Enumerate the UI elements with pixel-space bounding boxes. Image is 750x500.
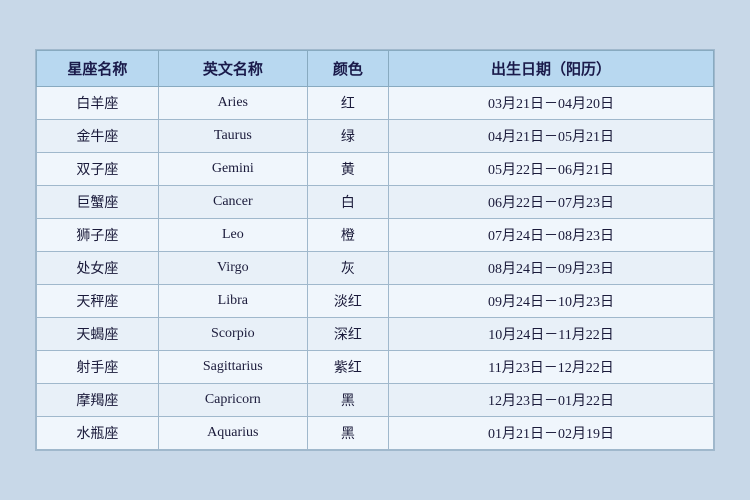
cell-date: 04月21日－05月21日	[389, 120, 714, 153]
cell-color: 绿	[307, 120, 388, 153]
table-row: 巨蟹座Cancer白06月22日－07月23日	[37, 186, 714, 219]
cell-english: Aquarius	[158, 417, 307, 450]
cell-english: Taurus	[158, 120, 307, 153]
cell-date: 07月24日－08月23日	[389, 219, 714, 252]
header-english: 英文名称	[158, 51, 307, 87]
cell-english: Libra	[158, 285, 307, 318]
table-header-row: 星座名称 英文名称 颜色 出生日期（阳历）	[37, 51, 714, 87]
header-chinese: 星座名称	[37, 51, 159, 87]
table-row: 金牛座Taurus绿04月21日－05月21日	[37, 120, 714, 153]
cell-chinese: 狮子座	[37, 219, 159, 252]
table-row: 双子座Gemini黄05月22日－06月21日	[37, 153, 714, 186]
cell-chinese: 摩羯座	[37, 384, 159, 417]
table-row: 白羊座Aries红03月21日－04月20日	[37, 87, 714, 120]
table-row: 天秤座Libra淡红09月24日－10月23日	[37, 285, 714, 318]
cell-date: 01月21日－02月19日	[389, 417, 714, 450]
cell-color: 黑	[307, 417, 388, 450]
cell-english: Gemini	[158, 153, 307, 186]
cell-date: 12月23日－01月22日	[389, 384, 714, 417]
zodiac-table: 星座名称 英文名称 颜色 出生日期（阳历） 白羊座Aries红03月21日－04…	[36, 50, 714, 450]
cell-english: Sagittarius	[158, 351, 307, 384]
cell-english: Leo	[158, 219, 307, 252]
table-row: 处女座Virgo灰08月24日－09月23日	[37, 252, 714, 285]
cell-date: 03月21日－04月20日	[389, 87, 714, 120]
cell-chinese: 白羊座	[37, 87, 159, 120]
cell-date: 10月24日－11月22日	[389, 318, 714, 351]
table-row: 摩羯座Capricorn黑12月23日－01月22日	[37, 384, 714, 417]
cell-date: 05月22日－06月21日	[389, 153, 714, 186]
cell-date: 08月24日－09月23日	[389, 252, 714, 285]
cell-english: Capricorn	[158, 384, 307, 417]
cell-english: Virgo	[158, 252, 307, 285]
header-date: 出生日期（阳历）	[389, 51, 714, 87]
cell-chinese: 射手座	[37, 351, 159, 384]
table-row: 狮子座Leo橙07月24日－08月23日	[37, 219, 714, 252]
cell-date: 06月22日－07月23日	[389, 186, 714, 219]
cell-english: Aries	[158, 87, 307, 120]
cell-color: 黄	[307, 153, 388, 186]
cell-chinese: 金牛座	[37, 120, 159, 153]
cell-color: 紫红	[307, 351, 388, 384]
cell-color: 红	[307, 87, 388, 120]
zodiac-table-container: 星座名称 英文名称 颜色 出生日期（阳历） 白羊座Aries红03月21日－04…	[35, 49, 715, 451]
cell-color: 灰	[307, 252, 388, 285]
cell-english: Cancer	[158, 186, 307, 219]
cell-color: 白	[307, 186, 388, 219]
cell-chinese: 巨蟹座	[37, 186, 159, 219]
cell-chinese: 天秤座	[37, 285, 159, 318]
table-row: 射手座Sagittarius紫红11月23日－12月22日	[37, 351, 714, 384]
cell-color: 深红	[307, 318, 388, 351]
table-row: 水瓶座Aquarius黑01月21日－02月19日	[37, 417, 714, 450]
cell-chinese: 天蝎座	[37, 318, 159, 351]
cell-chinese: 水瓶座	[37, 417, 159, 450]
table-row: 天蝎座Scorpio深红10月24日－11月22日	[37, 318, 714, 351]
cell-english: Scorpio	[158, 318, 307, 351]
cell-chinese: 双子座	[37, 153, 159, 186]
cell-chinese: 处女座	[37, 252, 159, 285]
header-color: 颜色	[307, 51, 388, 87]
cell-date: 11月23日－12月22日	[389, 351, 714, 384]
cell-color: 黑	[307, 384, 388, 417]
cell-color: 橙	[307, 219, 388, 252]
cell-color: 淡红	[307, 285, 388, 318]
cell-date: 09月24日－10月23日	[389, 285, 714, 318]
